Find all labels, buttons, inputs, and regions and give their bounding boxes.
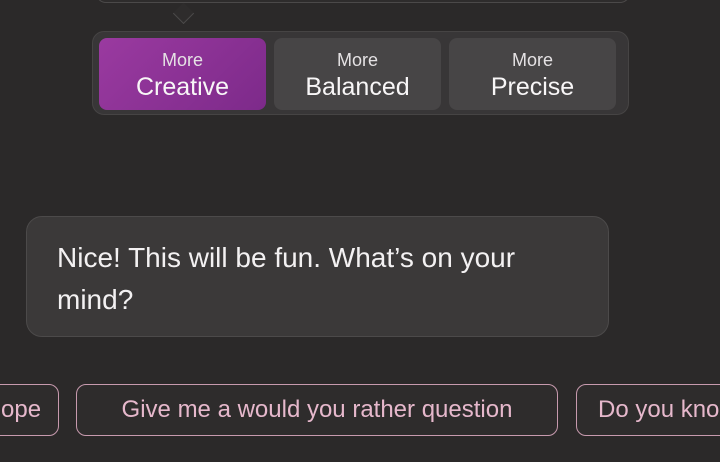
suggestion-chip-label: ope [1,396,42,423]
suggestion-chip[interactable]: ope [0,384,59,436]
suggestion-chip[interactable]: Do you kno [576,384,720,436]
suggestion-chip-label: Do you kno [598,396,720,423]
tone-creative-prefix: More [161,50,203,70]
suggestion-chip[interactable]: Give me a would you rather question [76,384,558,436]
tone-balanced-button[interactable]: More Balanced [274,38,441,110]
tone-precise-label: Precise [490,73,575,101]
tone-creative-button[interactable]: More Creative [99,38,266,110]
top-popup-edge [96,0,630,3]
tone-creative-label: Creative [135,73,230,101]
assistant-message-bubble: Nice! This will be fun. What’s on your m… [26,216,609,337]
conversation-style-selector: More Creative More Balanced More Precise [92,31,629,115]
suggestion-chip-label: Give me a would you rather question [121,396,513,423]
tone-balanced-prefix: More [336,50,378,70]
tone-precise-prefix: More [511,50,553,70]
tone-precise-button[interactable]: More Precise [449,38,616,110]
tone-balanced-label: Balanced [305,73,410,101]
popup-pointer [172,2,195,25]
assistant-message-text: Nice! This will be fun. What’s on your m… [57,242,516,315]
